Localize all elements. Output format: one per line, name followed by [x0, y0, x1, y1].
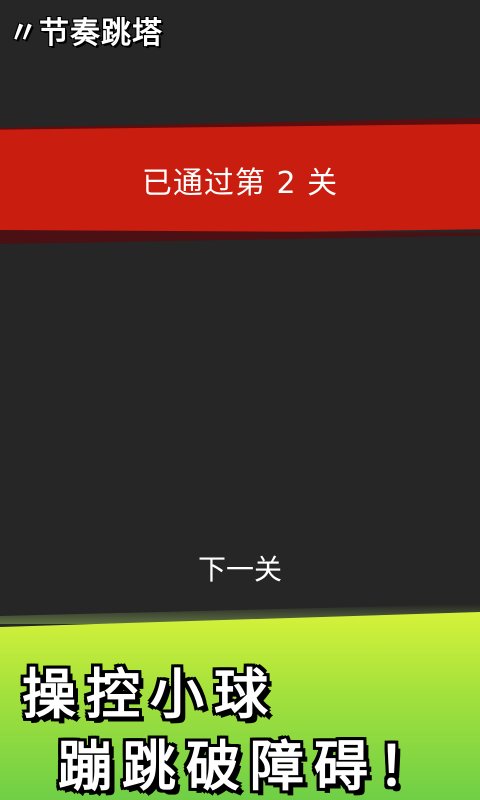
app-title: 〃节奏跳塔 — [8, 8, 163, 52]
banner-shadow-bottom — [0, 230, 480, 244]
promo-line-2: 蹦跳破障碍！ — [58, 735, 442, 798]
title-mark: 〃 — [8, 16, 39, 51]
level-complete-banner: 已通过第 2 关 — [0, 118, 480, 248]
title-text: 节奏跳塔 — [39, 16, 163, 51]
next-level-button[interactable]: 下一关 — [0, 548, 480, 588]
promo-line-1: 操控小球 — [22, 663, 278, 726]
banner-main: 已通过第 2 关 — [0, 124, 480, 236]
level-complete-text: 已通过第 2 关 — [141, 166, 339, 201]
